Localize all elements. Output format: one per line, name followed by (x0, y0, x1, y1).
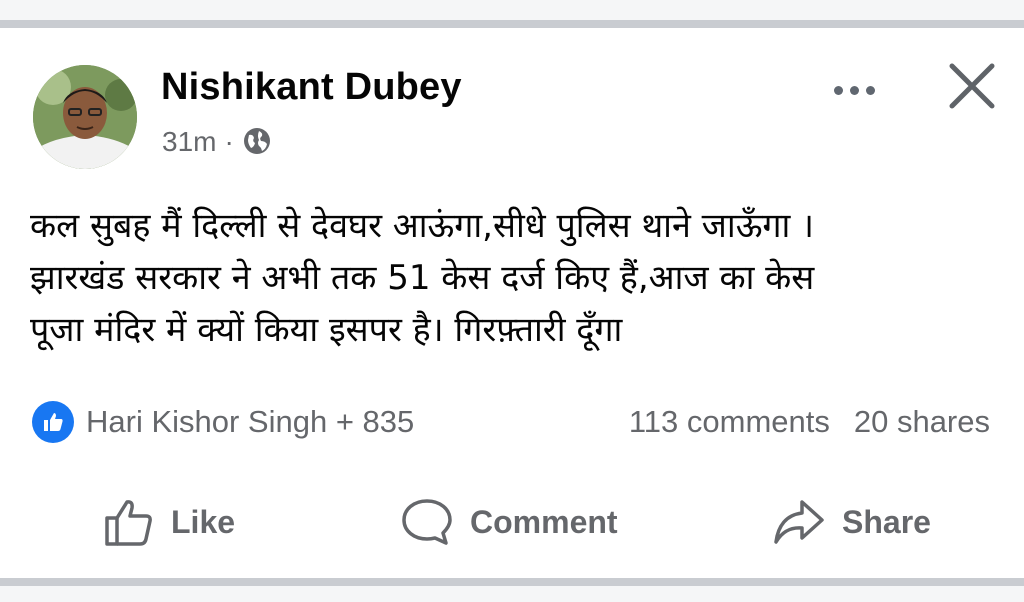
shares-count[interactable]: 20 shares (854, 404, 990, 440)
comments-count[interactable]: 113 comments (629, 404, 830, 440)
comment-label: Comment (470, 503, 618, 540)
meta-separator: · (224, 126, 234, 157)
like-button[interactable]: Like (103, 496, 235, 548)
bottom-separator (0, 578, 1024, 602)
comment-icon (402, 499, 452, 545)
close-icon[interactable] (944, 58, 1000, 114)
author-name[interactable]: Nishikant Dubey (161, 66, 462, 109)
like-label: Like (171, 503, 236, 540)
like-reaction-icon (32, 401, 74, 443)
post-time[interactable]: 31m (162, 126, 216, 158)
reactions-summary[interactable]: Hari Kishor Singh + 835 (32, 401, 414, 443)
post-body: कल सुबह मैं दिल्ली से देवघर आऊंगा,सीधे प… (30, 200, 1005, 356)
top-separator (0, 0, 1024, 28)
share-icon (774, 500, 824, 544)
engagement-counts: 113 comments 20 shares (629, 404, 990, 440)
post-body-line: कल सुबह मैं दिल्ली से देवघर आऊंगा,सीधे प… (30, 206, 815, 246)
more-options-icon[interactable] (826, 70, 882, 110)
reactions-text: Hari Kishor Singh + 835 (86, 404, 415, 439)
post-meta: 31m · (162, 126, 274, 158)
share-label: Share (842, 503, 931, 540)
comment-button[interactable]: Comment (400, 496, 618, 548)
thumbs-up-icon (105, 500, 152, 546)
post-card: Nishikant Dubey 31m · कल सुबह मैं दिल्ली… (0, 28, 1024, 578)
globe-icon[interactable] (242, 126, 274, 158)
avatar[interactable] (33, 65, 137, 169)
share-button[interactable]: Share (772, 496, 931, 548)
post-body-line: झारखंड सरकार ने अभी तक 51 केस दर्ज किए ह… (30, 258, 815, 298)
post-body-line: पूजा मंदिर में क्यों किया इसपर है। गिरफ़… (30, 310, 623, 350)
action-bar: Like Comment Share (0, 496, 1024, 556)
